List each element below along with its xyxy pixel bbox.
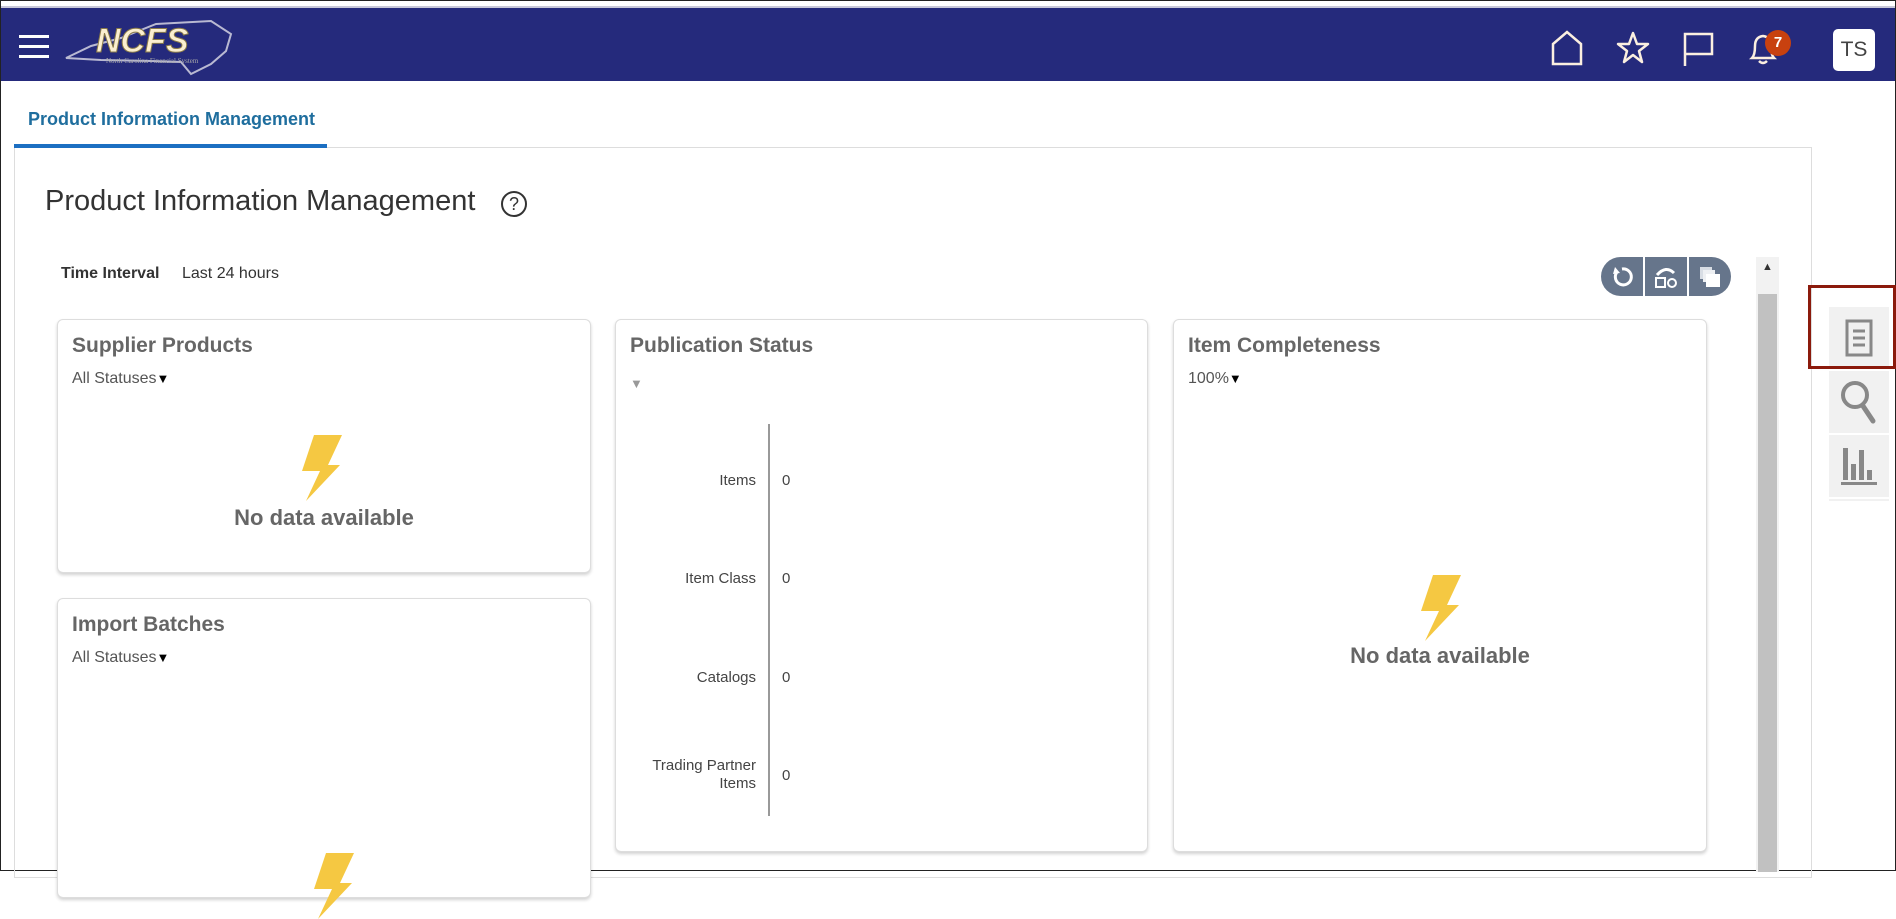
lightning-icon <box>314 853 354 919</box>
publication-row-value: 0 <box>782 767 791 784</box>
refresh-icon <box>1613 266 1633 286</box>
card-title: Import Batches <box>72 613 225 636</box>
publication-filter-dropdown[interactable]: ▼ <box>630 376 643 391</box>
lightning-icon <box>302 435 342 501</box>
bar-chart-icon <box>1841 448 1877 485</box>
supplier-products-card: Supplier Products All Statuses▼ No data … <box>57 319 591 573</box>
publication-row-label: Catalogs <box>696 669 756 686</box>
publication-row-value: 0 <box>782 472 791 489</box>
publication-row-label: Trading Partner Items <box>652 757 756 792</box>
card-title: Item Completeness <box>1188 334 1381 357</box>
no-data-message: No data available <box>234 505 414 530</box>
help-icon[interactable]: ? <box>501 191 527 217</box>
publication-row-value: 0 <box>782 669 791 686</box>
filter-value: 100% <box>1188 370 1229 387</box>
chevron-down-icon: ▼ <box>156 650 170 665</box>
time-interval-value[interactable]: Last 24 hours <box>182 265 279 283</box>
search-icon <box>1841 381 1876 424</box>
page-title: Product Information Management <box>45 185 476 217</box>
detach-button[interactable] <box>1689 257 1731 296</box>
refresh-button[interactable] <box>1601 257 1643 296</box>
svg-text:North Carolina Financial Syste: North Carolina Financial System <box>106 57 199 65</box>
hamburger-menu-icon[interactable] <box>19 35 49 61</box>
completeness-filter-dropdown[interactable]: 100%▼ <box>1188 370 1242 388</box>
tab-product-information-management[interactable]: Product Information Management <box>14 101 327 148</box>
filter-value: All Statuses <box>72 649 157 666</box>
chevron-down-icon: ▼ <box>156 371 170 386</box>
detach-icon <box>1700 266 1720 287</box>
filter-value: All Statuses <box>72 370 157 387</box>
notification-badge: 7 <box>1765 30 1791 56</box>
card-title: Supplier Products <box>72 334 253 357</box>
analytics-button[interactable] <box>1829 435 1889 499</box>
ncfs-logo[interactable]: NCFS North Carolina Financial System <box>61 16 241 76</box>
publication-status-card: Publication Status ▼ Items 0 Item Class 0 Ca… <box>615 319 1148 852</box>
no-data-message: No data available <box>1350 643 1530 668</box>
search-button[interactable] <box>1829 371 1889 435</box>
scroll-up-arrow[interactable]: ▲ <box>1756 257 1779 277</box>
star-icon[interactable] <box>1613 28 1653 68</box>
time-interval-label: Time Interval <box>61 265 160 282</box>
personalize-button[interactable] <box>1645 257 1687 296</box>
top-header: NCFS North Carolina Financial System 7 T… <box>1 6 1895 81</box>
import-batches-card: Import Batches All Statuses▼ <box>57 598 591 919</box>
publication-row-label: Items <box>719 472 756 489</box>
publication-row-value: 0 <box>782 570 791 587</box>
item-completeness-card: Item Completeness 100%▼ No data availabl… <box>1173 319 1707 852</box>
chart-axis-line <box>768 424 770 816</box>
svg-text:NCFS: NCFS <box>96 22 189 60</box>
publication-row-label: Item Class <box>685 570 756 587</box>
lightning-icon <box>1421 575 1461 641</box>
home-icon[interactable] <box>1547 28 1587 68</box>
status-filter-dropdown[interactable]: All Statuses▼ <box>72 370 169 388</box>
flag-icon[interactable] <box>1678 28 1718 68</box>
highlight-box <box>1808 285 1896 369</box>
dashboard-toolbar <box>1601 257 1731 296</box>
card-title: Publication Status <box>630 334 814 357</box>
user-avatar[interactable]: TS <box>1833 29 1875 71</box>
chevron-down-icon: ▼ <box>1228 371 1242 386</box>
personalize-icon <box>1655 267 1677 288</box>
scrollbar-thumb[interactable] <box>1758 294 1777 872</box>
status-filter-dropdown[interactable]: All Statuses▼ <box>72 649 169 667</box>
